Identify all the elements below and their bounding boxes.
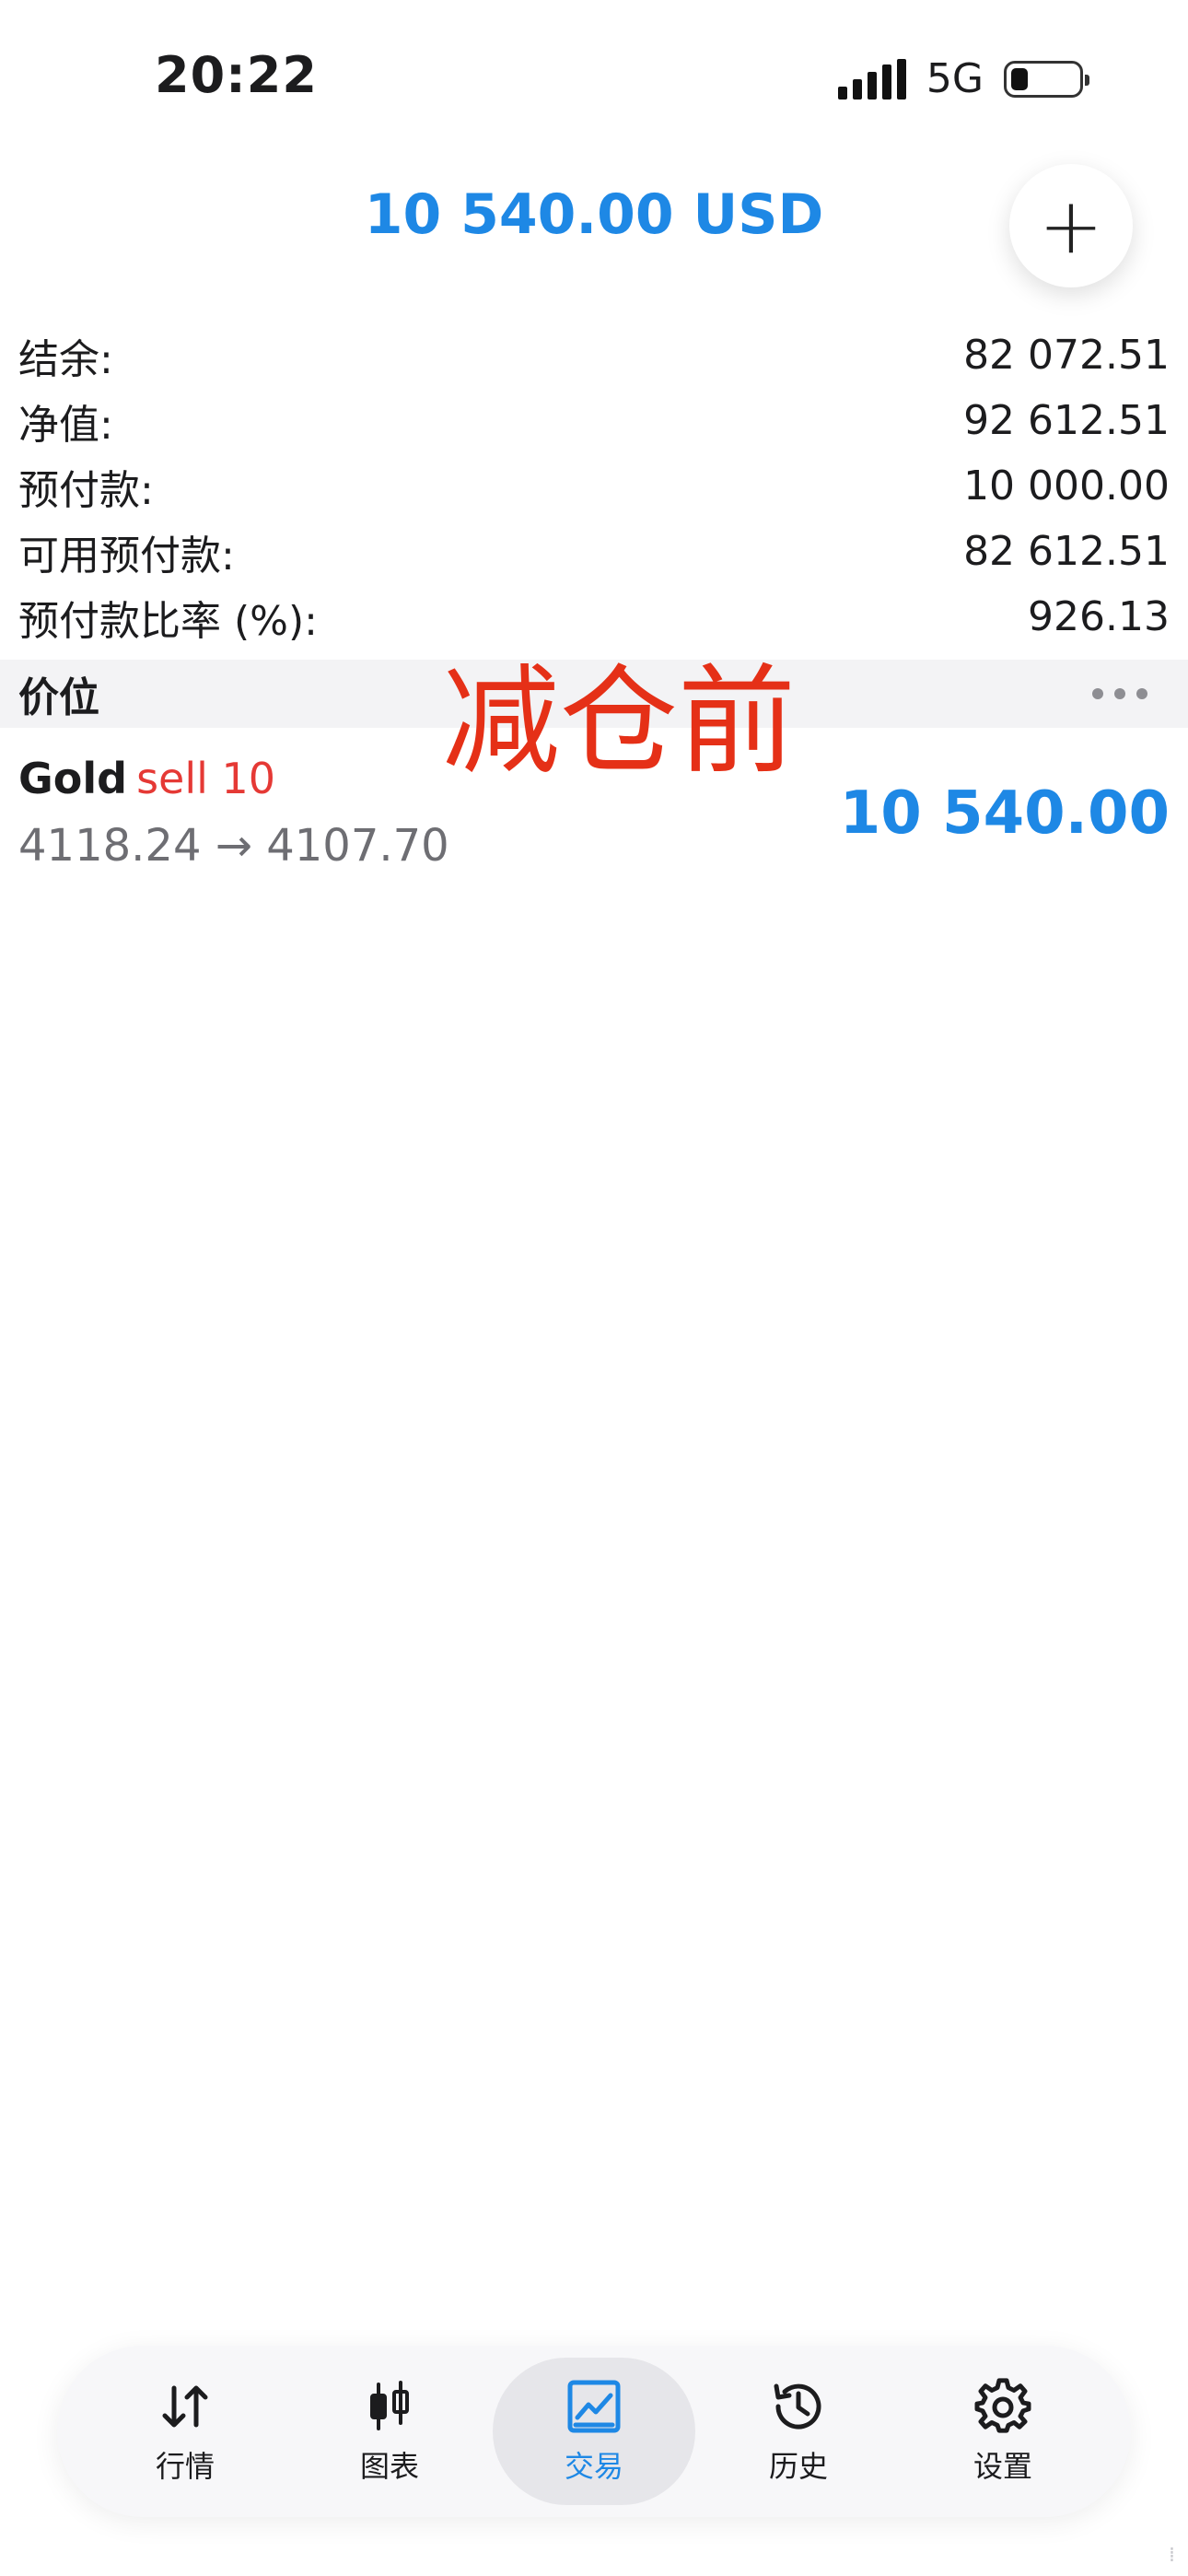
candlestick-icon	[370, 2381, 409, 2430]
tab-label: 历史	[768, 2449, 828, 2484]
tab-history[interactable]: 历史	[697, 2358, 900, 2505]
tab-chart[interactable]: 图表	[288, 2358, 491, 2505]
summary-row-equity: 净值: 92 612.51	[18, 388, 1170, 453]
symbol-name: Gold	[18, 754, 128, 803]
summary-value: 926.13	[1028, 593, 1170, 640]
position-profit: 10 540.00	[839, 779, 1170, 848]
tab-label: 图表	[359, 2449, 419, 2484]
trade-screen: 20:22 5G 10 540.00 USD + 结余: 82 072.51 净…	[0, 0, 1188, 2576]
section-title: 价位	[18, 674, 99, 721]
position-symbol: Gold sell 10	[18, 754, 275, 803]
account-summary: 结余: 82 072.51 净值: 92 612.51 预付款: 10 000.…	[18, 322, 1170, 650]
status-indicators: 5G	[837, 55, 1089, 102]
network-label: 5G	[926, 55, 984, 102]
summary-label: 预付款比率 (%):	[18, 597, 318, 645]
battery-icon	[1004, 60, 1089, 98]
summary-value: 10 000.00	[963, 463, 1170, 509]
trade-chart-icon	[567, 2380, 621, 2433]
summary-label: 预付款:	[18, 466, 154, 514]
summary-label: 可用预付款:	[18, 532, 235, 580]
arrows-up-down-icon	[162, 2385, 208, 2428]
position-direction: sell 10	[136, 754, 276, 803]
tab-trade[interactable]: 交易	[493, 2358, 695, 2505]
summary-label: 净值:	[18, 401, 113, 449]
summary-value: 92 612.51	[963, 397, 1170, 444]
plus-icon: +	[1038, 181, 1104, 271]
summary-row-free-margin: 可用预付款: 82 612.51	[18, 519, 1170, 584]
tab-label: 交易	[564, 2449, 623, 2484]
status-time: 20:22	[155, 46, 318, 104]
summary-value: 82 612.51	[963, 528, 1170, 575]
resize-grip-icon: ⁞	[1169, 2544, 1175, 2567]
summary-row-balance: 结余: 82 072.51	[18, 322, 1170, 388]
add-order-button[interactable]: +	[1009, 164, 1133, 287]
tab-label: 设置	[973, 2449, 1032, 2484]
tab-label: 行情	[155, 2449, 215, 2484]
history-icon	[774, 2383, 821, 2430]
signal-icon	[837, 58, 906, 100]
bottom-tab-bar: 行情 图表 交易 历史 设置	[57, 2346, 1131, 2517]
position-row[interactable]: Gold sell 10 4118.24 → 4107.70 10 540.00	[0, 746, 1188, 884]
summary-row-margin: 预付款: 10 000.00	[18, 453, 1170, 519]
tab-settings[interactable]: 设置	[902, 2358, 1104, 2505]
gear-icon	[974, 2378, 1031, 2433]
position-prices: 4118.24 → 4107.70	[18, 820, 449, 872]
more-dots-icon[interactable]	[1092, 688, 1147, 699]
tab-quotes[interactable]: 行情	[84, 2358, 286, 2505]
summary-label: 结余:	[18, 335, 113, 383]
summary-row-margin-level: 预付款比率 (%): 926.13	[18, 584, 1170, 650]
summary-value: 82 072.51	[963, 332, 1170, 379]
